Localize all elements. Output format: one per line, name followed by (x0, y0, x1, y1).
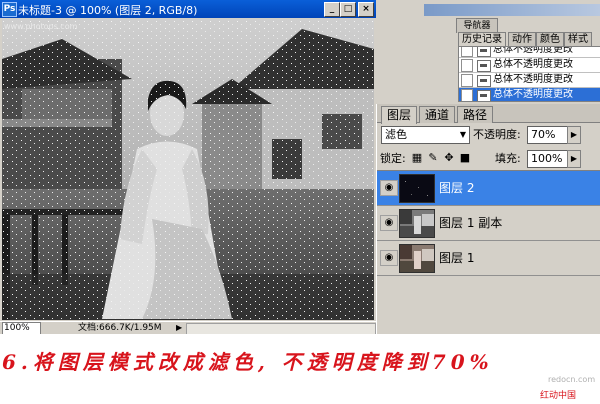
history-item[interactable]: 总体不透明度更改 (459, 73, 600, 88)
layer-thumbnail-photo (400, 210, 434, 237)
document-title: 未标题-3 @ 100% (图层 2, RGB/8) (18, 4, 198, 17)
layer-name: 图层 2 (439, 181, 475, 195)
photo-scene (2, 19, 374, 320)
history-checkbox[interactable] (461, 89, 473, 101)
opacity-input[interactable]: 70% (527, 126, 568, 144)
lock-all-icon[interactable]: ■ (459, 152, 471, 164)
history-item[interactable]: 总体不透明度更改 (459, 46, 600, 58)
chevron-down-icon: ▼ (459, 130, 466, 139)
history-checkbox[interactable] (461, 74, 473, 87)
panel-dock-bar[interactable] (424, 4, 600, 16)
layer-name: 图层 1 副本 (439, 216, 503, 230)
layer-thumbnail (399, 244, 435, 273)
fill-slider-arrow-icon[interactable]: ▶ (567, 150, 581, 168)
opacity-change-icon (477, 60, 491, 72)
layer-thumbnail-speckle (400, 175, 434, 202)
tab-actions[interactable]: 动作 (508, 32, 536, 47)
history-item-label: 总体不透明度更改 (493, 89, 573, 100)
fill-label: 填充: (495, 152, 521, 165)
visibility-eye-icon[interactable]: ◉ (380, 250, 398, 266)
history-checkbox[interactable] (461, 47, 473, 57)
tab-layers[interactable]: 图层 (381, 106, 418, 124)
tab-channels[interactable]: 通道 (419, 106, 456, 123)
lock-position-icon[interactable]: ✥ (443, 152, 455, 164)
tab-styles[interactable]: 样式 (564, 32, 592, 47)
history-panel: 导航器 历史记录 动作 颜色 样式 总体不透明度更改 总体不透明度更改 总体不透… (422, 0, 600, 102)
site-watermark: redocn.com (548, 375, 596, 384)
canvas-watermark: www.photops.com (4, 22, 78, 31)
visibility-eye-icon[interactable]: ◉ (380, 180, 398, 196)
history-item-label: 总体不透明度更改 (493, 74, 573, 85)
tab-paths[interactable]: 路径 (457, 106, 494, 123)
history-item[interactable]: 总体不透明度更改 (459, 58, 600, 73)
logo-watermark: 红动中国 (540, 391, 577, 401)
tutorial-caption: 6.将图层模式改成滤色, 不透明度降到70% (2, 350, 494, 374)
history-list: 总体不透明度更改 总体不透明度更改 总体不透明度更改 总体不透明度更改 (458, 46, 600, 102)
tab-navigator[interactable]: 导航器 (456, 18, 498, 33)
opacity-slider-arrow-icon[interactable]: ▶ (567, 126, 581, 144)
document-window: Ps 未标题-3 @ 100% (图层 2, RGB/8) _ □ × www.… (0, 0, 376, 335)
layer-name: 图层 1 (439, 251, 475, 265)
blend-mode-select[interactable]: 滤色 ▼ (381, 126, 470, 144)
layer-thumbnail-photo (400, 245, 434, 272)
opacity-change-icon (477, 90, 491, 101)
opacity-label: 不透明度: (473, 128, 521, 141)
layer-row-layer-2[interactable]: ◉ 图层 2 (377, 171, 600, 206)
image-canvas[interactable] (2, 19, 374, 320)
layer-row-layer-1[interactable]: ◉ 图层 1 (377, 241, 600, 276)
history-item-label: 总体不透明度更改 (493, 46, 573, 55)
document-size: 文档:666.7K/1.95M (78, 323, 162, 333)
lock-label: 锁定: (380, 152, 406, 165)
history-item-selected[interactable]: 总体不透明度更改 (459, 88, 600, 101)
lock-image-pixels-icon[interactable]: ✎ (427, 152, 439, 164)
opacity-change-icon (477, 47, 491, 57)
tab-history[interactable]: 历史记录 (458, 32, 506, 47)
status-menu-arrow-icon[interactable]: ▶ (176, 323, 182, 332)
document-titlebar[interactable]: Ps 未标题-3 @ 100% (图层 2, RGB/8) _ □ × (0, 0, 376, 18)
layers-panel: 图层 通道 路径 滤色 ▼ 不透明度: 70% ▶ 锁定: ▦ ✎ ✥ ■ 填充… (376, 104, 600, 335)
history-checkbox[interactable] (461, 59, 473, 72)
layer-thumbnail (399, 174, 435, 203)
tab-color[interactable]: 颜色 (536, 32, 564, 47)
status-bar: 100% 文档:666.7K/1.95M ▶ (0, 321, 376, 335)
opacity-change-icon (477, 75, 491, 87)
photoshop-icon: Ps (2, 2, 17, 17)
lock-transparent-pixels-icon[interactable]: ▦ (411, 152, 423, 164)
visibility-eye-icon[interactable]: ◉ (380, 215, 398, 231)
close-button[interactable]: × (358, 2, 374, 17)
minimize-button[interactable]: _ (324, 2, 340, 17)
layer-thumbnail (399, 209, 435, 238)
layer-row-layer-1-copy[interactable]: ◉ 图层 1 副本 (377, 206, 600, 241)
layers-tab-bar: 图层 通道 路径 (377, 104, 600, 124)
fill-input[interactable]: 100% (527, 150, 568, 168)
layer-list: ◉ 图层 2 ◉ 图层 1 副本 ◉ 图层 1 (377, 170, 600, 335)
maximize-button[interactable]: □ (340, 2, 356, 17)
history-tab-bar: 历史记录 动作 颜色 样式 (458, 32, 600, 47)
history-item-label: 总体不透明度更改 (493, 59, 573, 70)
blend-mode-value: 滤色 (385, 128, 407, 141)
